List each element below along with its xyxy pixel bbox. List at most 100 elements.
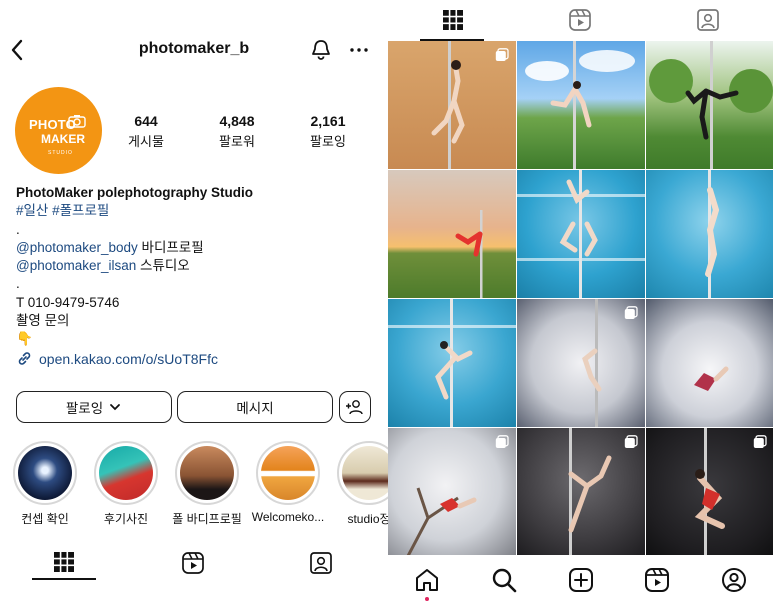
stat-label: 팔로워 <box>219 134 255 149</box>
message-button-label: 메시지 <box>236 401 274 416</box>
bio-external-link[interactable]: open.kakao.com/o/sUoT8Ffc <box>16 350 218 367</box>
post-thumbnail[interactable] <box>517 299 645 427</box>
post-image <box>517 170 645 298</box>
post-image <box>705 170 720 298</box>
post-thumbnail[interactable] <box>646 41 773 169</box>
story-highlight[interactable]: 폴 바디프로필 <box>167 441 247 527</box>
profile-panel: photomaker_b PHOTO MAKER STUDIO 644 게시물 … <box>0 0 388 605</box>
post-image <box>455 210 483 298</box>
stat-value: 2,161 <box>310 113 346 129</box>
bottom-navigation <box>388 555 773 605</box>
link-icon <box>18 352 31 365</box>
post-thumbnail[interactable] <box>388 428 516 556</box>
profile-icon[interactable] <box>721 567 747 593</box>
stat-value: 4,848 <box>219 113 255 129</box>
stat-value: 644 <box>134 113 158 129</box>
bio-phone: T 010-9479-5746 <box>16 294 120 310</box>
followers-count[interactable]: 4,848 팔로워 <box>197 113 277 150</box>
profile-tabs <box>388 0 773 41</box>
post-thumbnail[interactable] <box>388 41 516 169</box>
post-thumbnail[interactable] <box>517 41 645 169</box>
profile-avatar[interactable]: PHOTO MAKER STUDIO <box>15 87 102 174</box>
tagged-icon[interactable] <box>309 551 333 575</box>
stat-label: 팔로잉 <box>310 134 346 149</box>
carousel-icon <box>624 306 638 319</box>
carousel-icon <box>753 435 767 448</box>
highlight-thumbnail <box>342 446 388 500</box>
create-icon[interactable] <box>568 567 594 593</box>
reels-icon[interactable] <box>568 8 592 32</box>
highlight-thumbnail <box>180 446 234 500</box>
suggest-people-button[interactable] <box>339 391 371 423</box>
post-thumbnail[interactable] <box>646 299 773 427</box>
following-button-label: 팔로잉 <box>65 401 104 416</box>
following-count[interactable]: 2,161 팔로잉 <box>288 113 368 150</box>
tagged-icon[interactable] <box>696 8 720 32</box>
mention-link-body[interactable]: @photomaker_body <box>16 240 138 255</box>
highlight-label: 폴 바디프로필 <box>172 512 242 526</box>
mention-link-ilsan[interactable]: @photomaker_ilsan <box>16 258 136 273</box>
highlight-label: Welcomeko... <box>251 510 325 524</box>
bio-mention-row: @photomaker_ilsan 스튜디오 <box>16 257 376 275</box>
mention-suffix: 바디프로필 <box>137 239 204 255</box>
following-button[interactable]: 팔로잉 <box>16 391 172 423</box>
carousel-icon <box>495 435 509 448</box>
bio-dot: . <box>16 276 20 292</box>
post-thumbnail[interactable] <box>646 428 773 556</box>
posts-grid <box>388 41 773 556</box>
profile-tabs <box>0 542 388 582</box>
message-button[interactable]: 메시지 <box>177 391 333 423</box>
post-thumbnail[interactable] <box>388 299 516 427</box>
story-highlight[interactable]: 컨셉 확인 <box>5 441 85 527</box>
highlight-ring <box>337 441 388 505</box>
posts-panel <box>388 0 773 605</box>
reels-icon[interactable] <box>644 567 670 593</box>
avatar-logo-text-2: MAKER <box>41 132 85 146</box>
highlight-ring <box>13 441 77 505</box>
stat-label: 게시물 <box>128 134 164 149</box>
story-highlight[interactable]: Welcomeko... <box>248 441 328 524</box>
carousel-icon <box>624 435 638 448</box>
post-thumbnail[interactable] <box>646 170 773 298</box>
profile-bio: PhotoMaker polephotography Studio #일산 #폴… <box>16 184 376 349</box>
grid-icon[interactable] <box>53 551 75 573</box>
highlight-label: 후기사진 <box>103 512 149 526</box>
story-highlight[interactable]: studio정 <box>329 441 388 527</box>
bio-dot: . <box>16 221 20 237</box>
posts-count[interactable]: 644 게시물 <box>106 113 186 150</box>
bio-inquiry: 촬영 문의 <box>16 313 70 329</box>
pointing-down-emoji: 👇 <box>16 331 33 347</box>
story-highlight[interactable]: 후기사진 <box>86 441 166 527</box>
camera-icon <box>68 115 86 128</box>
bio-hashtags[interactable]: #일산 #폴프로필 <box>16 202 376 220</box>
external-link-text: open.kakao.com/o/sUoT8Ffc <box>39 350 218 367</box>
post-image <box>649 41 773 169</box>
add-user-icon <box>346 400 363 415</box>
more-options-icon[interactable] <box>347 38 371 62</box>
profile-header: photomaker_b <box>0 30 388 70</box>
highlight-thumbnail <box>99 446 153 500</box>
search-icon[interactable] <box>491 567 517 593</box>
reels-icon[interactable] <box>181 551 205 575</box>
highlight-ring <box>175 441 239 505</box>
post-image <box>694 366 729 391</box>
avatar-logo-text-3: STUDIO <box>48 150 73 156</box>
highlight-label: studio정 <box>347 512 388 526</box>
highlight-ring <box>256 441 320 505</box>
profile-display-name: PhotoMaker polephotography Studio <box>16 185 253 200</box>
chevron-down-icon <box>110 404 121 411</box>
post-thumbnail[interactable] <box>517 428 645 556</box>
grid-icon[interactable] <box>442 9 464 31</box>
notification-bell-icon[interactable] <box>309 38 333 62</box>
active-tab-indicator <box>32 578 96 580</box>
home-icon[interactable] <box>414 567 440 593</box>
carousel-icon <box>495 48 509 61</box>
highlight-label: 컨셉 확인 <box>21 512 69 526</box>
post-thumbnail[interactable] <box>388 170 516 298</box>
highlight-thumbnail <box>261 446 315 500</box>
bio-mention-row: @photomaker_body 바디프로필 <box>16 239 376 257</box>
post-image <box>388 299 516 427</box>
post-image <box>525 41 635 169</box>
highlight-thumbnail <box>18 446 72 500</box>
post-thumbnail[interactable] <box>517 170 645 298</box>
